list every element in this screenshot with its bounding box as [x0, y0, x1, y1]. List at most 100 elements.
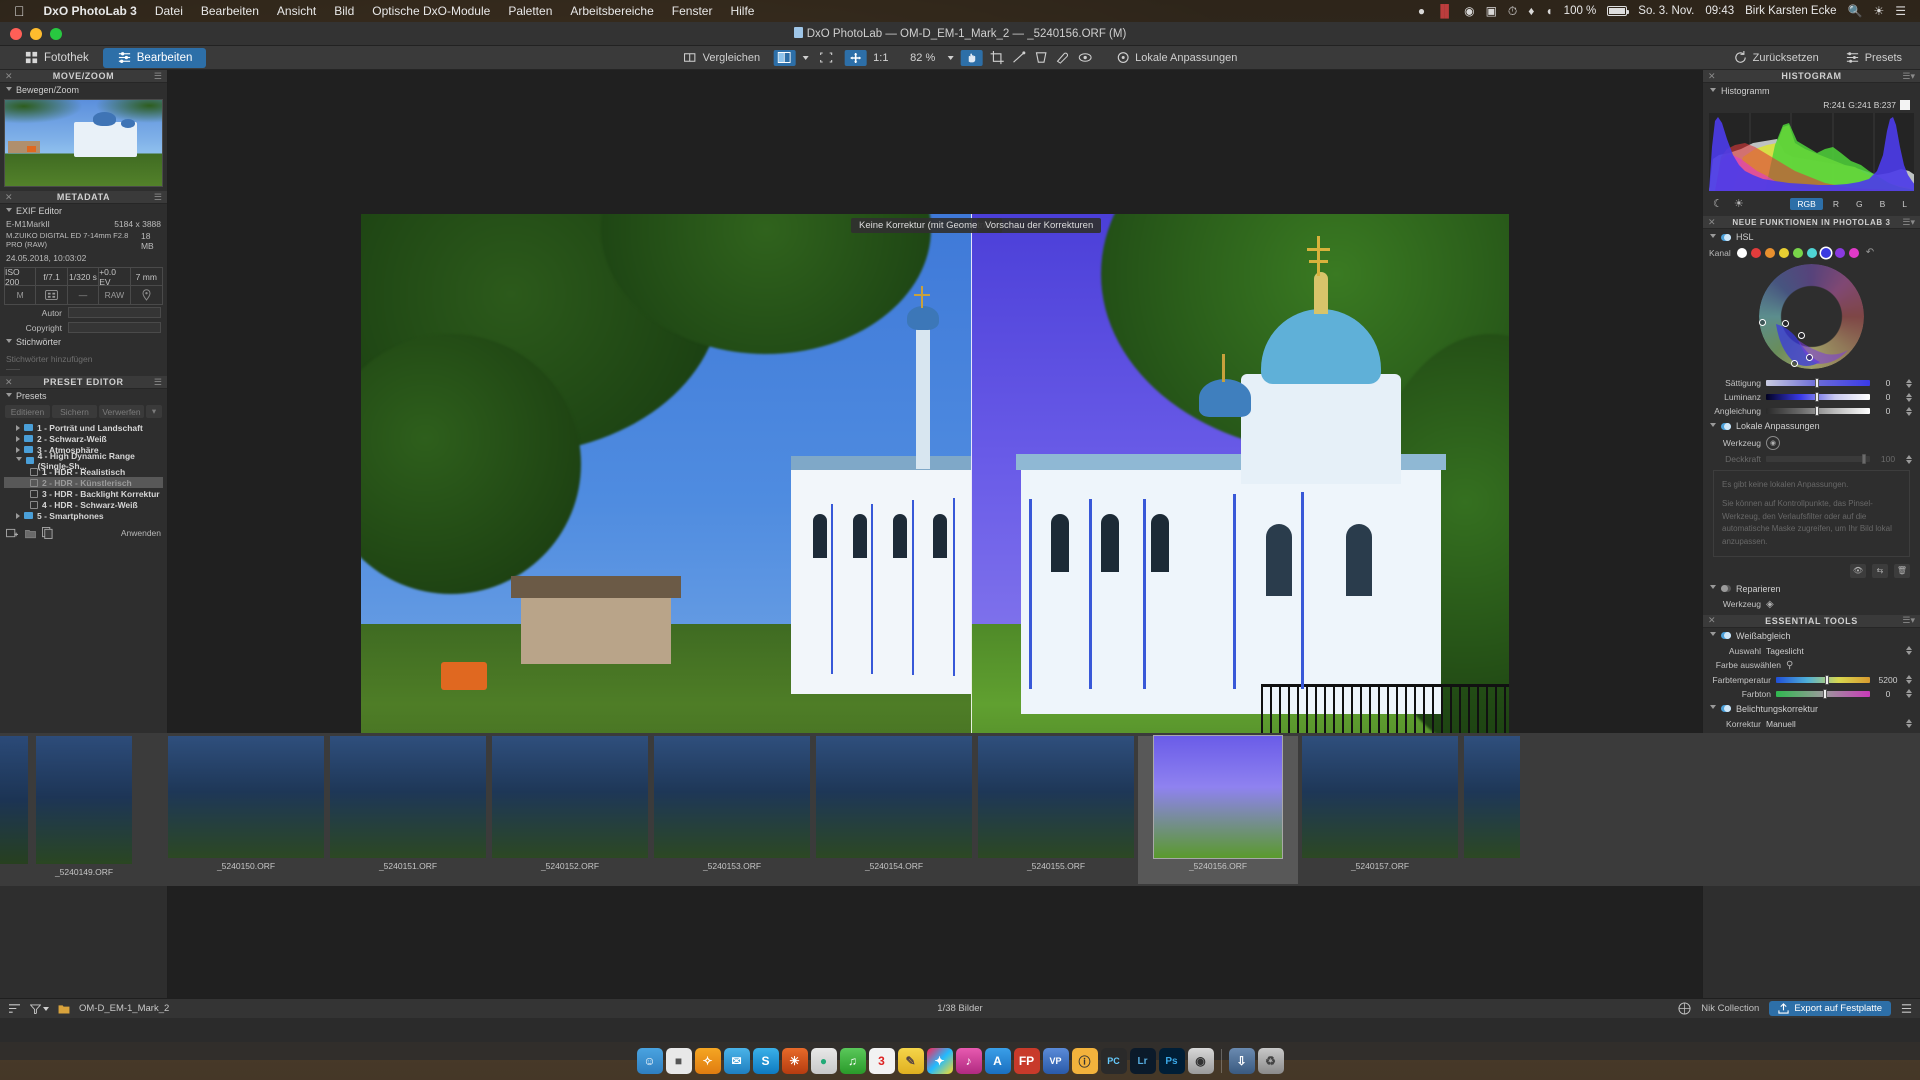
firefox-icon[interactable]: ☀ — [781, 1048, 808, 1074]
menu-icon[interactable]: ☰ — [154, 192, 162, 203]
bluetooth-icon[interactable]: ♦ — [1528, 4, 1534, 18]
move-zoom-sub[interactable]: Bewegen/Zoom — [0, 83, 167, 97]
split-view-dropdown-caret[interactable] — [802, 55, 809, 60]
hsl-section-header[interactable]: HSL — [1703, 229, 1920, 245]
eraser-icon[interactable]: ◈ — [1766, 599, 1774, 610]
finder-icon[interactable]: ☺ — [636, 1048, 663, 1074]
exposure-mode-value[interactable]: Manuell — [1766, 719, 1901, 729]
presets-sub[interactable]: Presets — [0, 389, 167, 403]
repair-toggle[interactable] — [1721, 585, 1731, 593]
preset-save-button[interactable]: Sichern — [52, 405, 97, 418]
nik-collection-label[interactable]: Nik Collection — [1701, 1003, 1759, 1014]
reset-button[interactable]: Zurücksetzen — [1727, 48, 1825, 67]
folder-icon[interactable] — [25, 528, 36, 539]
red-eye-icon[interactable] — [1077, 50, 1092, 65]
hsl-color-wheel-wrap[interactable] — [1703, 264, 1920, 376]
luminance-slider[interactable] — [1766, 392, 1870, 402]
lightroom-icon[interactable]: Lr — [1129, 1048, 1156, 1074]
keywords-input[interactable]: Stichwörter hinzufügen — [6, 352, 161, 365]
apple-logo-icon[interactable]:  — [8, 3, 35, 19]
list-item[interactable]: _5240151.ORF — [328, 736, 488, 884]
menu-item-bild[interactable]: Bild — [325, 4, 363, 18]
launchpad-icon[interactable]: ■ — [665, 1048, 692, 1074]
menu-item-ansicht[interactable]: Ansicht — [268, 4, 325, 18]
highlights-icon[interactable]: ☀ — [1730, 197, 1748, 210]
preset-folder-2[interactable]: 2 - Schwarz-Weiß — [4, 433, 163, 444]
opacity-slider[interactable] — [1766, 454, 1870, 464]
control-center-icon[interactable]: ☰ — [1895, 4, 1906, 18]
wb-tint-value[interactable]: 0 — [1875, 689, 1901, 699]
photos-icon[interactable]: ✦ — [926, 1048, 953, 1074]
display-icon[interactable]: ◉ — [1464, 4, 1474, 18]
hsl-handle[interactable] — [1798, 332, 1805, 339]
zoom-100-button[interactable] — [844, 49, 867, 66]
hand-tool-button[interactable] — [960, 49, 983, 66]
info-icon[interactable]: ⓘ — [1071, 1048, 1098, 1074]
repair-header[interactable]: Reparieren — [1703, 581, 1920, 597]
list-item[interactable]: _5240152.ORF — [490, 736, 650, 884]
copyright-field[interactable] — [68, 322, 161, 333]
hsl-swatch-purple[interactable] — [1834, 247, 1845, 258]
list-item[interactable]: _5240157.ORF — [1300, 736, 1460, 884]
hsl-swatch-magenta[interactable] — [1848, 247, 1859, 258]
wb-selection-value[interactable]: Tageslicht — [1766, 646, 1901, 656]
hsl-swatch-cyan[interactable] — [1806, 247, 1817, 258]
shadows-icon[interactable]: ☾ — [1709, 197, 1727, 210]
battery-icon[interactable] — [1607, 6, 1630, 16]
dxo-icon[interactable]: ◉ — [1187, 1048, 1214, 1074]
eyedropper-icon[interactable]: ⚲ — [1786, 660, 1793, 671]
list-item-selected[interactable]: _5240156.ORF — [1138, 735, 1298, 884]
close-icon[interactable]: ✕ — [5, 71, 13, 82]
preset-folder-4[interactable]: 4 - High Dynamic Range (Single-Sh... — [4, 451, 163, 471]
tab-fotothek[interactable]: Fotothek — [10, 48, 103, 68]
search-icon[interactable]: 🔍 — [1848, 4, 1863, 18]
close-icon[interactable]: ✕ — [1708, 71, 1716, 82]
trash-icon[interactable]: ♻ — [1257, 1048, 1284, 1074]
mail-icon[interactable]: ✉ — [723, 1048, 750, 1074]
luminance-value[interactable]: 0 — [1875, 392, 1901, 402]
minimize-button[interactable] — [30, 27, 42, 40]
nik-collection-icon[interactable] — [1678, 1002, 1691, 1015]
downloads-icon[interactable]: ⇩ — [1228, 1048, 1255, 1074]
clock-icon[interactable]: ⏱ — [1508, 4, 1517, 19]
hsl-handle[interactable] — [1791, 360, 1798, 367]
appstore-icon[interactable]: A — [984, 1048, 1011, 1074]
preset-discard-button[interactable]: Verwerfen — [99, 405, 144, 418]
preset-folder-1[interactable]: 1 - Porträt und Landschaft — [4, 422, 163, 433]
filezilla-icon[interactable]: FP — [1013, 1048, 1040, 1074]
hsl-toggle[interactable] — [1721, 233, 1731, 241]
skype-ic on[interactable]: S — [752, 1048, 779, 1074]
menu-item-bearbeiten[interactable]: Bearbeiten — [192, 4, 268, 18]
crop-icon[interactable] — [989, 50, 1004, 65]
channel-b[interactable]: B — [1873, 198, 1893, 210]
wb-selection-dropdown[interactable] — [1906, 646, 1914, 656]
list-item[interactable]: _5240149.ORF — [4, 736, 164, 884]
add-preset-icon[interactable] — [6, 528, 19, 539]
preset-item-hdr-4[interactable]: 4 - HDR - Schwarz-Weiß — [4, 499, 163, 510]
uniformity-slider[interactable] — [1766, 406, 1870, 416]
hsl-swatch-red[interactable] — [1750, 247, 1761, 258]
menu-item-fenster[interactable]: Fenster — [663, 4, 722, 18]
menu-item-optische-module[interactable]: Optische DxO-Module — [363, 4, 499, 18]
luminance-stepper[interactable] — [1906, 392, 1914, 402]
local-adjustments-button[interactable]: Lokale Anpassungen — [1109, 48, 1243, 67]
close-icon[interactable]: ✕ — [5, 377, 13, 388]
wb-temp-stepper[interactable] — [1906, 675, 1914, 685]
vp-icon[interactable]: VP — [1042, 1048, 1069, 1074]
channel-l[interactable]: L — [1895, 198, 1914, 210]
safari-icon[interactable]: ✧ — [694, 1048, 721, 1074]
menu-icon[interactable]: ☰ — [154, 71, 162, 82]
uniformity-stepper[interactable] — [1906, 406, 1914, 416]
menu-item-app[interactable]: DxO PhotoLab 3 — [35, 4, 146, 18]
preset-item-hdr-3[interactable]: 3 - HDR - Backlight Korrektur — [4, 488, 163, 499]
local-adjustments-header[interactable]: Lokale Anpassungen — [1703, 418, 1920, 434]
channel-g[interactable]: G — [1849, 198, 1870, 210]
filter-icon[interactable] — [30, 1003, 41, 1014]
wb-temp-slider[interactable] — [1776, 674, 1870, 685]
menu-item-hilfe[interactable]: Hilfe — [721, 4, 763, 18]
wifi-icon[interactable]: ◖ — [1545, 4, 1552, 18]
white-balance-toggle[interactable] — [1721, 632, 1731, 640]
menubar-user[interactable]: Birk Karsten Ecke — [1745, 5, 1836, 17]
calendar-icon[interactable]: 3 — [868, 1048, 895, 1074]
music-icon[interactable]: ♫ — [839, 1048, 866, 1074]
